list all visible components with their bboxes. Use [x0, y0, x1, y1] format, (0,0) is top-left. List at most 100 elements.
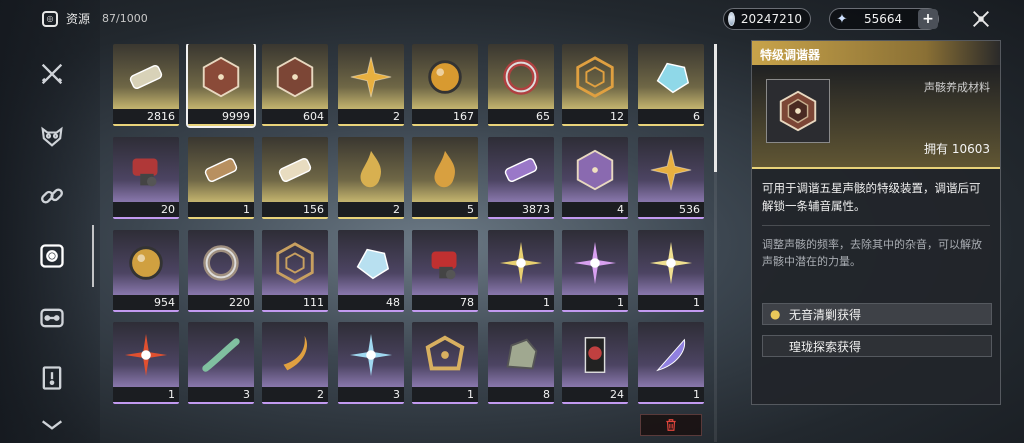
item-slot[interactable]: 12 — [562, 44, 628, 126]
resource-count: 87/1000 — [102, 12, 148, 25]
resource-label: 资源 — [66, 12, 91, 26]
item-slot[interactable]: 156 — [262, 137, 328, 219]
item-slot[interactable]: 1 — [412, 322, 478, 404]
item-quantity: 20 — [161, 203, 175, 216]
chevron-icon[interactable] — [30, 414, 74, 438]
ice-spark-icon — [338, 322, 404, 388]
crescent-icon — [262, 322, 328, 388]
link-icon[interactable] — [30, 174, 74, 218]
item-quantity: 954 — [154, 296, 175, 309]
active-indicator — [92, 225, 94, 287]
golden-web-icon — [562, 44, 628, 110]
item-slot[interactable]: 48 — [338, 230, 404, 312]
item-slot[interactable]: 4 — [562, 137, 628, 219]
item-name: 特级调谐器 — [752, 41, 1000, 65]
close-icon[interactable] — [966, 6, 996, 32]
currency1-value: 20247210 — [740, 12, 802, 26]
item-slot[interactable]: 1 — [488, 230, 554, 312]
currency-astrite: ✦ 55664 + — [829, 8, 939, 30]
item-slot[interactable]: 111 — [262, 230, 328, 312]
item-slot[interactable]: 954 — [113, 230, 179, 312]
item-slot[interactable]: 24 — [562, 322, 628, 404]
item-quantity: 2 — [393, 110, 400, 123]
item-quantity: 8 — [543, 388, 550, 401]
source-option-1[interactable]: ● 无音清剿获得 — [762, 303, 992, 325]
item-slot[interactable]: 220 — [188, 230, 254, 312]
item-slot[interactable]: 65 — [488, 44, 554, 126]
flame-shard-icon — [412, 137, 478, 203]
item-quantity: 4 — [617, 203, 624, 216]
spark-icon — [488, 230, 554, 296]
spark-icon — [638, 230, 704, 296]
quest-icon[interactable] — [30, 356, 74, 400]
item-slot[interactable]: 167 — [412, 44, 478, 126]
item-slot[interactable]: 20 — [113, 137, 179, 219]
item-slot[interactable]: 5 — [412, 137, 478, 219]
item-slot[interactable]: 3 — [338, 322, 404, 404]
item-description: 可用于调谐五星声骸的特级装置，调谐后可解锁一条辅音属性。 — [762, 181, 981, 213]
item-slot[interactable]: 6 — [638, 44, 704, 126]
feather-icon — [638, 322, 704, 388]
item-header: 声骸养成材料 拥有 10603 — [752, 65, 1000, 169]
echo-mask-icon[interactable] — [30, 114, 74, 158]
inventory-grid: 2816 9999 604 2 167 65 12 6 20 1 156 2 5 3873 4 536 954 2… — [112, 44, 706, 439]
item-quantity: 604 — [303, 110, 324, 123]
scrollbar-thumb[interactable] — [714, 44, 717, 172]
wave-shard-icon — [338, 137, 404, 203]
item-slot[interactable]: 1 — [113, 322, 179, 404]
item-slot[interactable]: 2 — [262, 322, 328, 404]
trash-icon — [666, 419, 676, 431]
astrite-icon: ✦ — [836, 11, 848, 27]
item-quantity: 536 — [679, 203, 700, 216]
item-quantity: 1 — [467, 388, 474, 401]
golden-web-icon — [262, 230, 328, 296]
item-slot[interactable]: 8 — [488, 322, 554, 404]
item-quantity: 24 — [610, 388, 624, 401]
tuner-core-icon — [262, 44, 328, 110]
item-quantity: 3 — [243, 388, 250, 401]
item-quantity: 1 — [243, 203, 250, 216]
item-quantity: 1 — [543, 296, 550, 309]
item-slot[interactable]: 2 — [338, 44, 404, 126]
item-quantity: 12 — [610, 110, 624, 123]
item-lore: 调整声骸的频率，去除其中的杂音，可以解放声骸中潜在的力量。 — [762, 238, 982, 268]
currency-shell-credit: 20247210 — [723, 8, 811, 30]
item-quantity: 1 — [168, 388, 175, 401]
item-slot[interactable]: 3873 — [488, 137, 554, 219]
item-slot[interactable]: 9999 — [186, 44, 256, 128]
item-quantity: 220 — [229, 296, 250, 309]
device-icon[interactable] — [30, 296, 74, 340]
source-label-2: 瑝珑探索获得 — [789, 339, 862, 354]
item-quantity: 3 — [393, 388, 400, 401]
source-option-2[interactable]: 瑝珑探索获得 — [762, 335, 992, 357]
purple-core-icon — [562, 137, 628, 203]
tuner-core-icon — [766, 79, 830, 143]
item-quantity: 9999 — [222, 110, 250, 123]
delete-button[interactable] — [640, 414, 702, 436]
resource-header: ◎ 资源 87/1000 — [42, 10, 148, 27]
golden-star-icon — [638, 137, 704, 203]
banner-icon — [562, 322, 628, 388]
item-quantity: 65 — [536, 110, 550, 123]
item-slot[interactable]: 1 — [188, 137, 254, 219]
sword-icon[interactable] — [30, 52, 74, 96]
item-slot[interactable]: 78 — [412, 230, 478, 312]
item-slot[interactable]: 536 — [638, 137, 704, 219]
item-slot[interactable]: 1 — [562, 230, 628, 312]
item-slot[interactable]: 2 — [338, 137, 404, 219]
item-slot[interactable]: 1 — [638, 322, 704, 404]
crystal-icon — [338, 230, 404, 296]
dark-orb-icon — [113, 230, 179, 296]
item-slot[interactable]: 2816 — [113, 44, 179, 126]
crystal-shell-icon — [638, 44, 704, 110]
add-currency-button[interactable]: + — [918, 9, 938, 29]
item-owned: 拥有 10603 — [924, 142, 990, 156]
item-quantity: 48 — [386, 296, 400, 309]
item-slot[interactable]: 604 — [262, 44, 328, 126]
item-slot[interactable]: 1 — [638, 230, 704, 312]
item-slot[interactable]: 3 — [188, 322, 254, 404]
item-quantity: 3873 — [522, 203, 550, 216]
resource-nav-icon[interactable] — [30, 234, 74, 278]
purple-canister-icon — [488, 137, 554, 203]
coin-icon — [728, 12, 735, 26]
